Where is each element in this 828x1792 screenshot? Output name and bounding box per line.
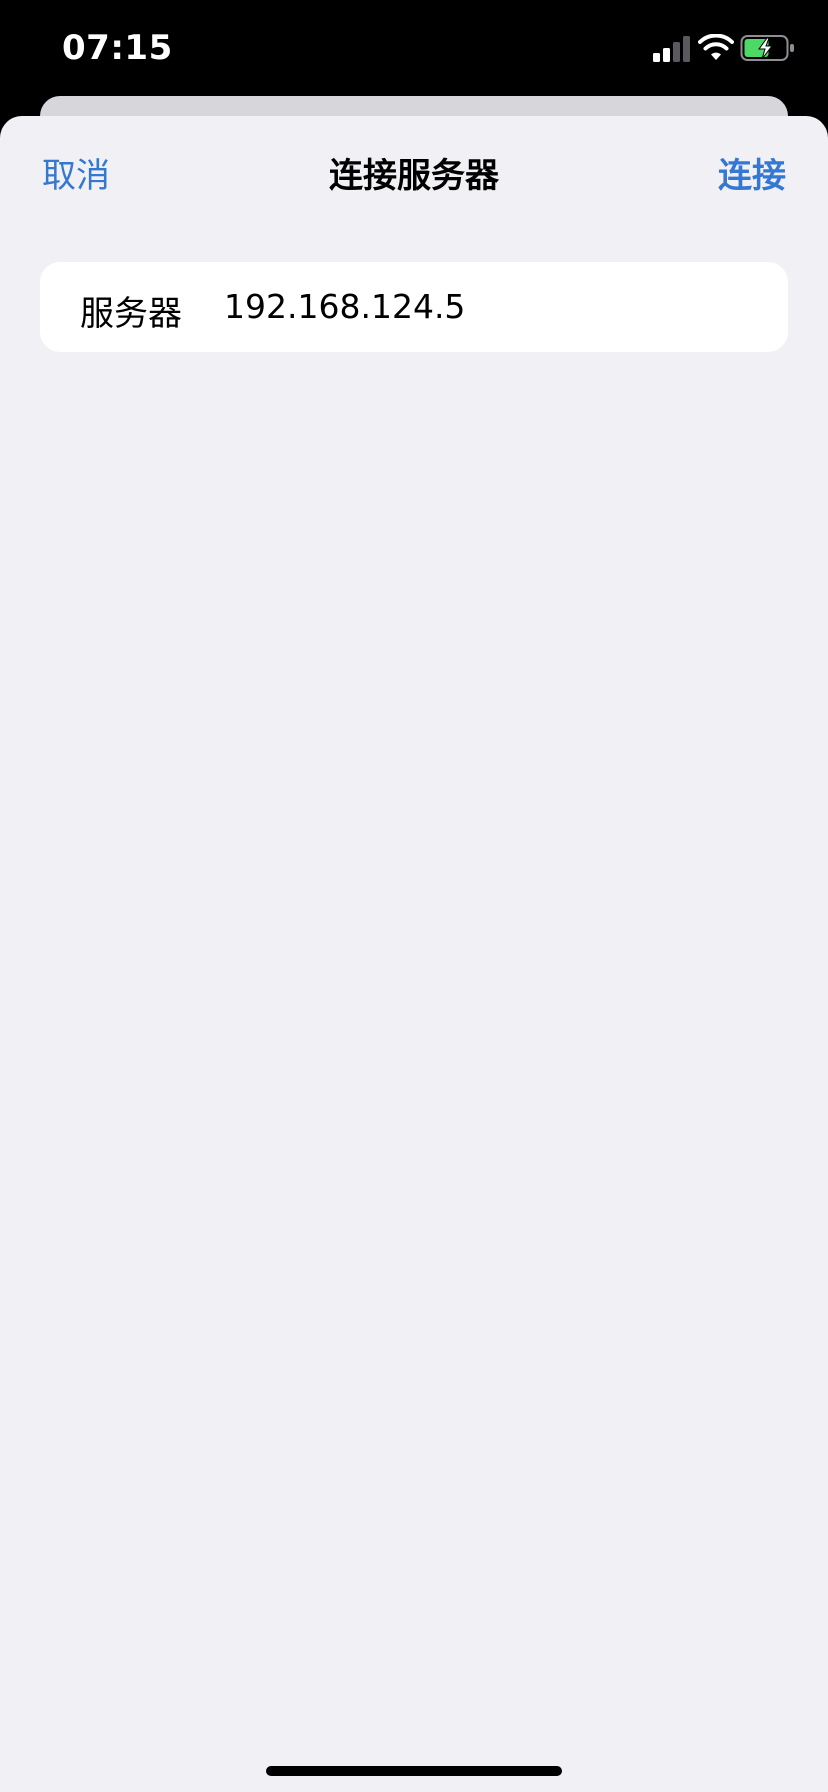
server-form-row: 服务器 [40,262,788,352]
connect-button[interactable]: 连接 [718,148,786,197]
home-indicator[interactable] [266,1766,562,1776]
navigation-bar: 取消 连接服务器 连接 [0,116,828,228]
wifi-icon [698,34,734,60]
connect-server-sheet: 取消 连接服务器 连接 服务器 [0,116,828,1792]
status-bar: 07:15 [0,0,828,100]
cellular-signal-icon [653,36,690,62]
server-address-input[interactable] [224,276,764,336]
battery-charging-icon [740,35,794,61]
server-label: 服务器 [80,294,182,334]
page-title: 连接服务器 [329,156,499,196]
status-time: 07:15 [62,28,173,68]
